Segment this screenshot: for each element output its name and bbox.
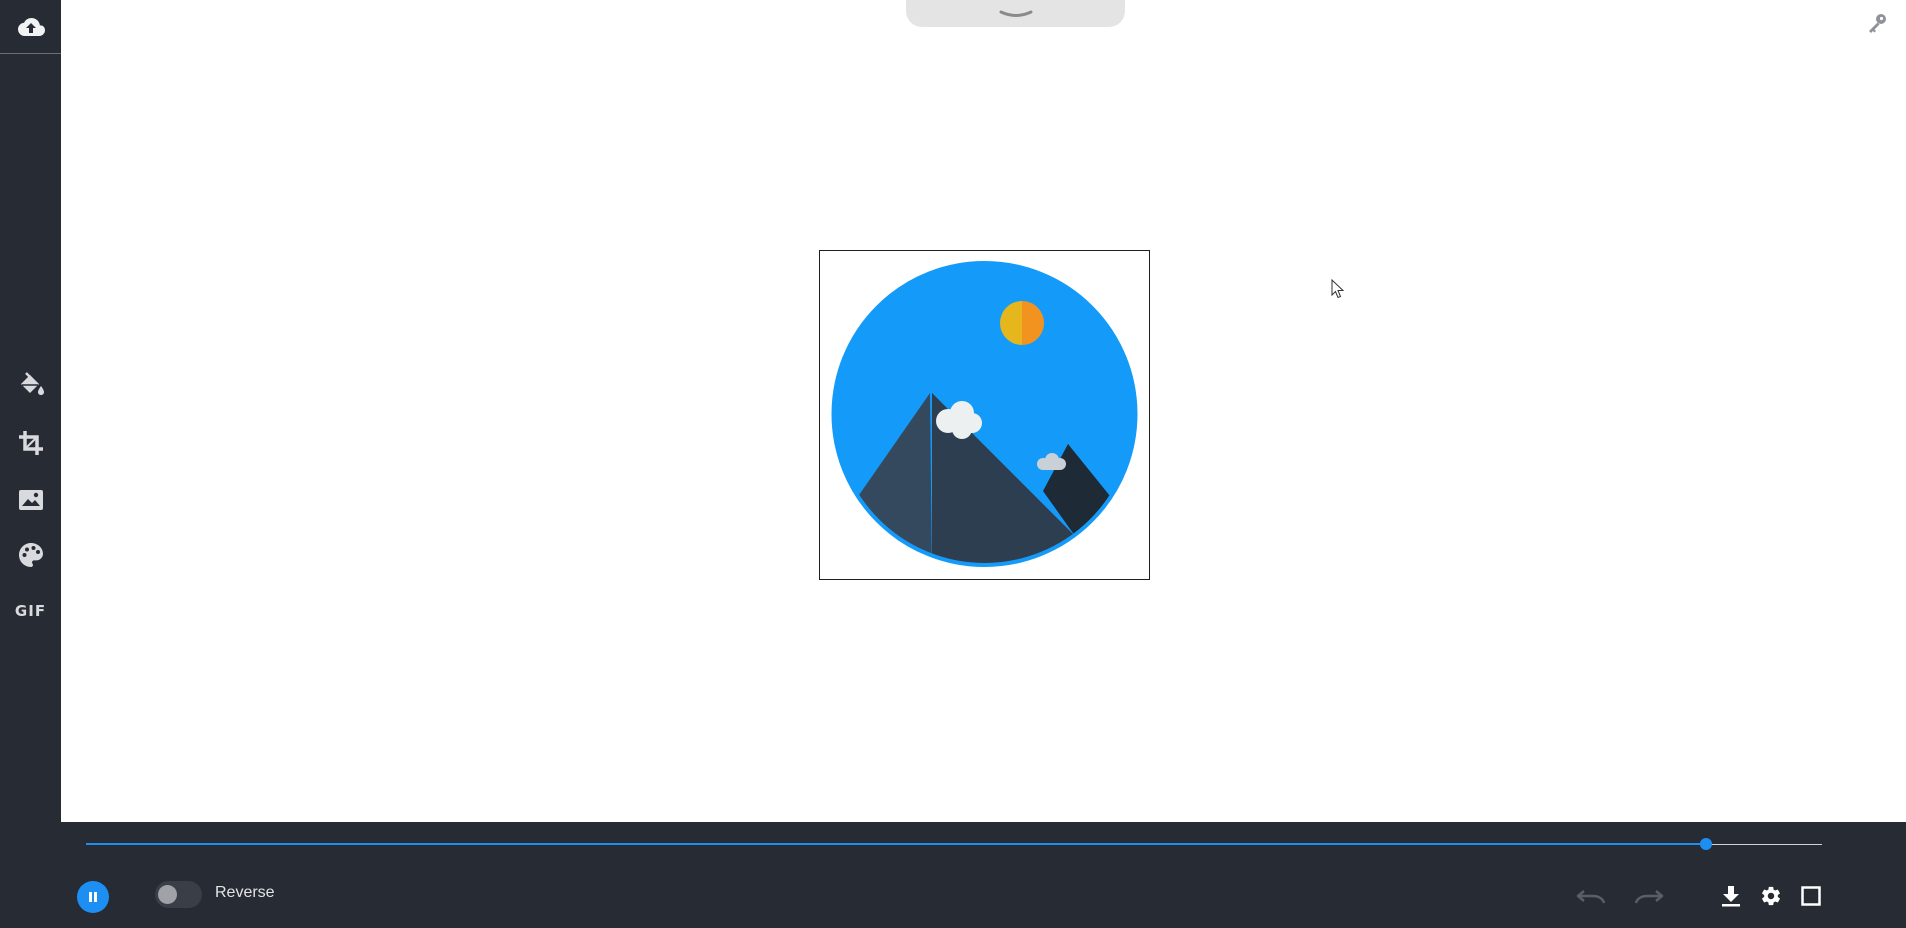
crop-tool-button[interactable] [0, 421, 61, 465]
mountain-landscape-icon [831, 261, 1138, 567]
fullscreen-icon [1801, 886, 1821, 906]
fullscreen-button[interactable] [1794, 879, 1828, 913]
crop-icon [18, 431, 43, 455]
toggle-thumb [158, 885, 177, 904]
timeline-slider[interactable] [86, 838, 1822, 850]
redo-button[interactable] [1632, 879, 1666, 913]
pause-icon [89, 892, 97, 902]
undo-button[interactable] [1574, 879, 1608, 913]
paint-bucket-icon [20, 372, 44, 395]
chevron-down-icon [999, 10, 1032, 17]
reverse-toggle[interactable] [155, 881, 202, 908]
redo-icon [1634, 890, 1664, 904]
palette-icon [18, 543, 43, 567]
settings-button[interactable] [1754, 879, 1788, 913]
undo-icon [1576, 890, 1606, 904]
mouse-cursor [1331, 278, 1345, 304]
upload-button[interactable] [0, 0, 61, 54]
left-sidebar: GIF [0, 0, 61, 928]
image-icon [18, 490, 43, 510]
image-tool-button[interactable] [0, 478, 61, 522]
gif-tool-button[interactable]: GIF [0, 589, 61, 633]
player-bar: Reverse [61, 822, 1906, 928]
color-tool-button[interactable] [0, 533, 61, 577]
reverse-label: Reverse [215, 884, 275, 901]
preview-frame[interactable] [819, 250, 1150, 580]
top-drawer-tab[interactable] [906, 0, 1125, 27]
timeline-handle[interactable] [1699, 838, 1712, 850]
key-icon [1869, 14, 1886, 33]
key-button[interactable] [1866, 12, 1888, 39]
pause-button[interactable] [77, 881, 109, 913]
gif-label: GIF [14, 602, 47, 620]
pointer-icon [1331, 278, 1345, 299]
settings-icon [1762, 886, 1780, 906]
timeline-progress [86, 843, 1706, 845]
download-button[interactable] [1714, 879, 1748, 913]
fill-tool-button[interactable] [0, 362, 61, 406]
download-icon [1722, 886, 1740, 907]
cloud-upload-icon [17, 17, 45, 36]
